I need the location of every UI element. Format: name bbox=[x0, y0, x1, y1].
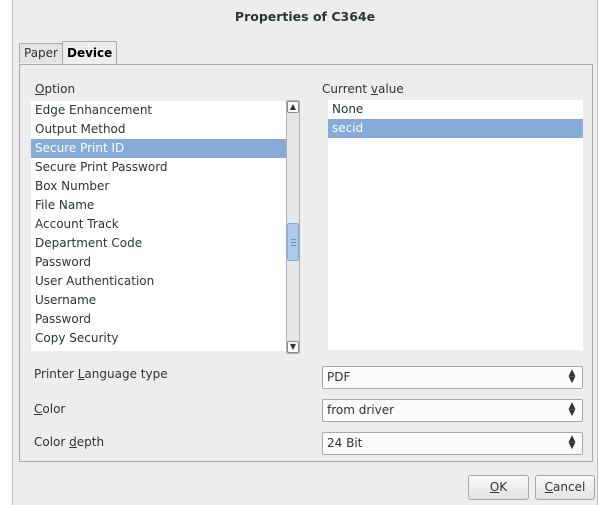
option-item[interactable]: Secure Print Password bbox=[31, 158, 286, 177]
chevron-down-icon[interactable]: ▼ bbox=[287, 341, 299, 353]
up-down-arrows-icon: ▲ ▼ bbox=[568, 401, 576, 418]
color-value: from driver bbox=[327, 403, 395, 417]
option-column-header: Option bbox=[35, 82, 76, 96]
printer-language-label: Printer Language type bbox=[34, 367, 168, 381]
value-item-selected[interactable]: secid bbox=[328, 119, 583, 138]
option-item[interactable]: Account Track bbox=[31, 215, 286, 234]
color-select[interactable]: from driver ▲ ▼ bbox=[322, 399, 583, 422]
option-item[interactable]: Department Code bbox=[31, 234, 286, 253]
properties-dialog: Properties of C364e Paper Device Option … bbox=[12, 0, 598, 505]
option-item[interactable]: Username bbox=[31, 291, 286, 310]
option-item[interactable]: Password bbox=[31, 253, 286, 272]
color-label: Color bbox=[34, 402, 66, 416]
printer-language-select[interactable]: PDF ▲ ▼ bbox=[322, 366, 583, 389]
tab-device[interactable]: Device bbox=[62, 41, 118, 65]
chevron-up-icon[interactable]: ▲ bbox=[287, 101, 299, 113]
up-down-arrows-icon: ▲ ▼ bbox=[568, 368, 576, 385]
scrollbar-thumb[interactable] bbox=[287, 223, 299, 261]
option-item[interactable]: Output Method bbox=[31, 120, 286, 139]
option-item[interactable]: File Name bbox=[31, 196, 286, 215]
option-item[interactable]: Copy Security bbox=[31, 329, 286, 348]
value-item[interactable]: None bbox=[328, 100, 583, 119]
color-depth-label: Color depth bbox=[34, 435, 105, 449]
cancel-button[interactable]: Cancel bbox=[535, 475, 595, 500]
option-item[interactable]: Box Number bbox=[31, 177, 286, 196]
tab-paper[interactable]: Paper bbox=[19, 43, 63, 63]
up-down-arrows-icon: ▲ ▼ bbox=[568, 434, 576, 451]
color-depth-select[interactable]: 24 Bit ▲ ▼ bbox=[322, 432, 583, 455]
option-list-scrollbar[interactable]: ▲ ▼ bbox=[286, 100, 300, 354]
option-list[interactable]: Edge Enhancement Output Method Secure Pr… bbox=[31, 101, 286, 351]
value-column-header: Current value bbox=[322, 82, 404, 96]
option-item[interactable]: User Authentication bbox=[31, 272, 286, 291]
option-item[interactable]: Password bbox=[31, 310, 286, 329]
dialog-title: Properties of C364e bbox=[234, 9, 376, 24]
option-item[interactable]: Edge Enhancement bbox=[31, 101, 286, 120]
ok-button[interactable]: OK bbox=[468, 475, 529, 500]
printer-language-value: PDF bbox=[327, 370, 351, 384]
value-list[interactable]: None secid bbox=[328, 100, 583, 350]
option-item-selected[interactable]: Secure Print ID bbox=[31, 139, 286, 158]
color-depth-value: 24 Bit bbox=[327, 436, 363, 450]
